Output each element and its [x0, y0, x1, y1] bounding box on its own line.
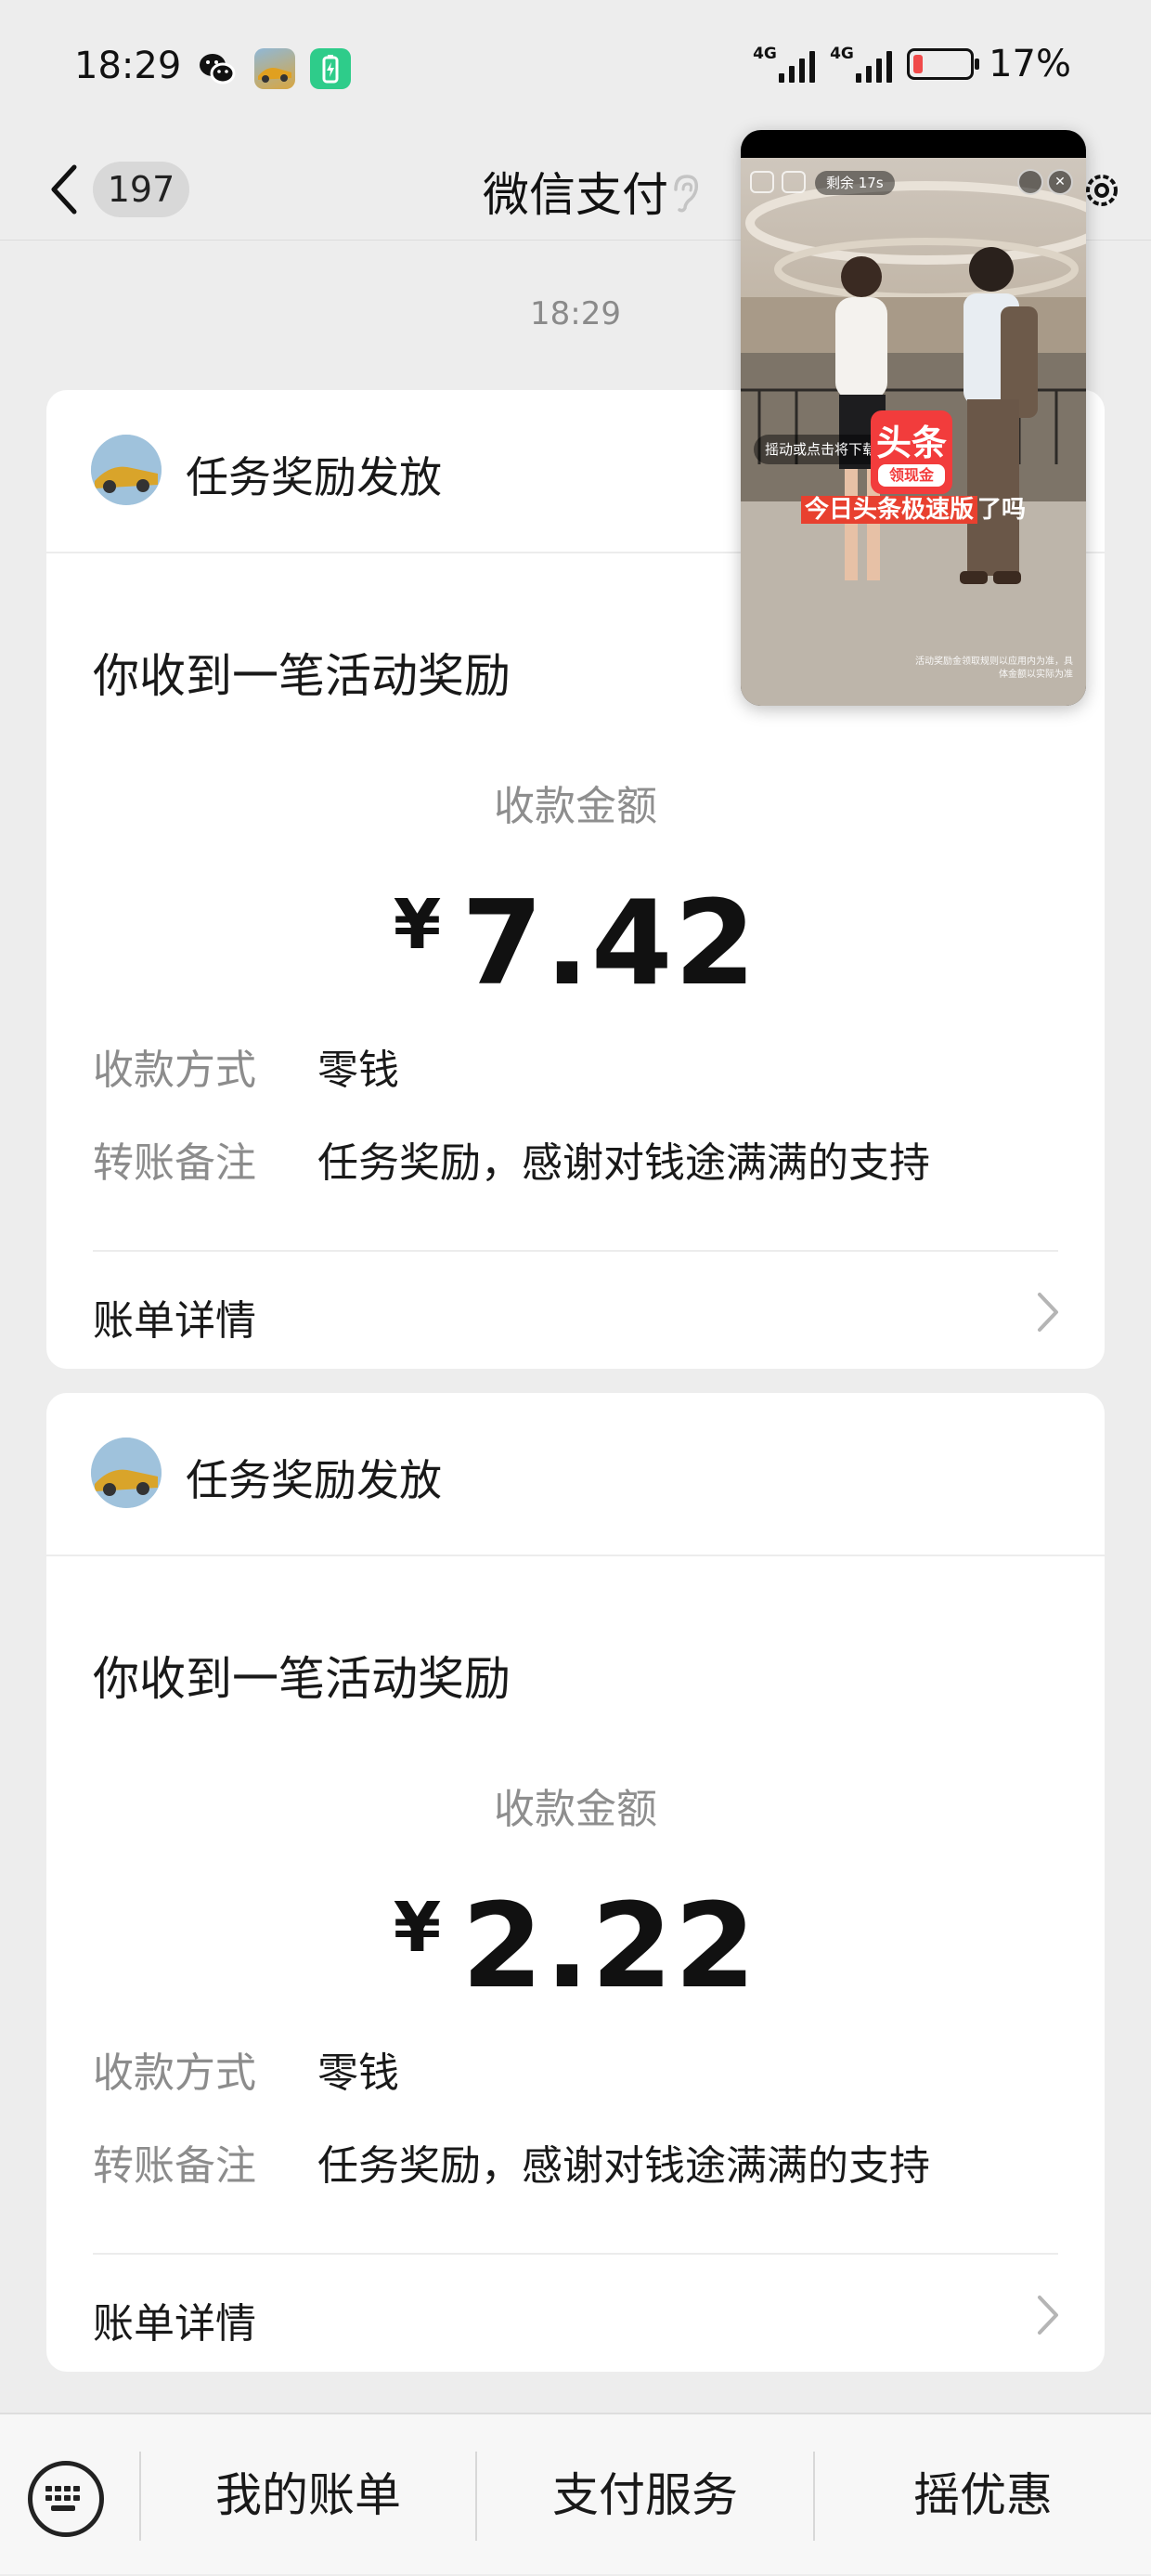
amount-label: 收款金额 [494, 1786, 657, 1833]
floating-video-ad[interactable]: 剩余 17s ✕ 摇动或点击将下载应用 头条 领现金 今日头条极速版 了吗 活动奖… [741, 130, 1086, 706]
note-label: 转账备注 [93, 1139, 256, 1187]
payment-method-row: 收款方式 零钱 [93, 1036, 399, 1096]
sender-avatar [91, 435, 162, 505]
timer-icon [1017, 169, 1043, 195]
signal-icon: 4G [753, 46, 816, 83]
card-header: 任务奖励发放 [46, 1393, 1105, 1555]
method-value: 零钱 [317, 1047, 399, 1094]
fullscreen-icon[interactable] [782, 171, 806, 193]
volume-icon[interactable] [750, 171, 774, 193]
amount-label: 收款金额 [494, 783, 657, 830]
video-caption: 今日头条极速版 了吗 [741, 490, 1086, 525]
sender-name: 任务奖励发放 [186, 1455, 442, 1505]
toutiao-logo[interactable]: 头条 领现金 [871, 410, 952, 494]
sender-avatar [91, 1438, 162, 1508]
bill-detail-link[interactable]: 账单详情 [93, 1287, 256, 1347]
note-value: 任务奖励，感谢对钱途满满的支持 [317, 2142, 930, 2190]
bill-detail-link[interactable]: 账单详情 [93, 2290, 256, 2349]
amount-value: 2.22 [461, 1878, 758, 2014]
signal-icon-2: 4G [830, 46, 893, 83]
amount: ¥7.42 [46, 875, 1105, 1011]
game-icon [254, 48, 295, 89]
payment-card[interactable]: 任务奖励发放 你收到一笔活动奖励 收款金额 ¥2.22 收款方式 零钱 转账备注 任… [46, 1393, 1105, 2372]
currency-symbol: ¥ [393, 1888, 442, 1968]
method-value: 零钱 [317, 2049, 399, 2097]
tab-my-bills[interactable]: 我的账单 [141, 2414, 475, 2576]
fine-print: 活动奖励金领取规则以应用内为准，具体金额以实际为准 [915, 657, 1073, 680]
card-heading: 你收到一笔活动奖励 [93, 1652, 511, 1706]
card-divider [46, 1555, 1105, 1556]
note-label: 转账备注 [93, 2142, 256, 2190]
wechat-icon [197, 48, 238, 89]
battery-icon [907, 48, 980, 80]
status-time: 18:29 [74, 45, 182, 87]
tab-shake-discounts[interactable]: 摇优惠 [815, 2414, 1151, 2576]
transfer-note-row: 转账备注 任务奖励，感谢对钱途满满的支持 [93, 1129, 930, 1189]
card-separator [93, 2253, 1058, 2255]
note-value: 任务奖励，感谢对钱途满满的支持 [317, 1139, 930, 1187]
ear-icon [668, 173, 702, 214]
status-bar: 18:29 4G 4G 17% [0, 0, 1151, 139]
card-separator [93, 1250, 1058, 1252]
close-icon[interactable]: ✕ [1047, 169, 1073, 195]
transfer-note-row: 转账备注 任务奖励，感谢对钱途满满的支持 [93, 2132, 930, 2192]
chevron-right-icon [1034, 1287, 1062, 1337]
payment-method-row: 收款方式 零钱 [93, 2039, 399, 2099]
method-label: 收款方式 [93, 2049, 256, 2097]
countdown-badge: 剩余 17s [815, 171, 895, 195]
card-heading: 你收到一笔活动奖励 [93, 649, 511, 703]
method-label: 收款方式 [93, 1047, 256, 1094]
bottom-menu-bar: 我的账单 支付服务 摇优惠 [0, 2413, 1151, 2574]
amount-value: 7.42 [461, 875, 758, 1011]
battery-percent: 17% [989, 43, 1071, 85]
battery-saver-icon [310, 48, 351, 89]
currency-symbol: ¥ [393, 885, 442, 965]
keyboard-icon[interactable] [28, 2461, 104, 2537]
sender-name: 任务奖励发放 [186, 452, 442, 502]
amount: ¥2.22 [46, 1878, 1105, 2014]
tab-payment-services[interactable]: 支付服务 [477, 2414, 813, 2576]
chevron-right-icon [1034, 2290, 1062, 2340]
